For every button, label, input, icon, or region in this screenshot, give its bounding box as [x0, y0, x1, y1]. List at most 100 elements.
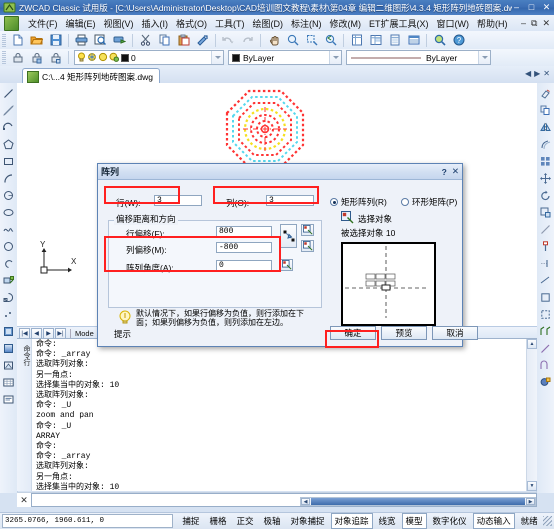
- copy-object-icon[interactable]: [537, 102, 554, 119]
- tab-prev-button[interactable]: ◀: [525, 69, 531, 78]
- undo-icon[interactable]: [220, 32, 237, 49]
- command-scroll-up-icon[interactable]: ▲: [527, 339, 537, 349]
- polyline-icon[interactable]: [0, 119, 17, 136]
- layer-lock-icon[interactable]: [98, 52, 108, 64]
- layout-first-button[interactable]: |◀: [19, 327, 30, 339]
- copy-icon[interactable]: [156, 32, 173, 49]
- move-icon[interactable]: [537, 170, 554, 187]
- status-osnap[interactable]: 对象捕捉: [286, 513, 328, 529]
- layer-previous-icon[interactable]: [28, 49, 45, 66]
- select-objects-row[interactable]: 选择对象: [341, 211, 392, 226]
- gradient-icon[interactable]: [0, 340, 17, 357]
- layer-combo[interactable]: 0: [74, 50, 224, 65]
- circle-icon[interactable]: [0, 187, 17, 204]
- rectangle-icon[interactable]: [0, 153, 17, 170]
- scale-icon[interactable]: [537, 204, 554, 221]
- color-combo[interactable]: ByLayer: [228, 50, 342, 65]
- color-combo-arrow-icon[interactable]: [329, 51, 341, 64]
- linetype-combo-arrow-icon[interactable]: [478, 51, 490, 64]
- arc-icon[interactable]: [0, 170, 17, 187]
- search-icon[interactable]: [431, 32, 448, 49]
- layer-on-icon[interactable]: [77, 52, 86, 64]
- edit-polyline-icon[interactable]: [537, 374, 554, 391]
- minimize-button[interactable]: –: [512, 3, 521, 12]
- point-icon[interactable]: [0, 306, 17, 323]
- layer-freeze-icon[interactable]: [87, 52, 97, 64]
- cols-input[interactable]: 3: [266, 195, 314, 206]
- close-button[interactable]: ✕: [542, 3, 551, 12]
- plot-icon[interactable]: [111, 32, 128, 49]
- polygon-icon[interactable]: [0, 136, 17, 153]
- save-icon[interactable]: [47, 32, 64, 49]
- rect-array-radio[interactable]: [330, 198, 338, 206]
- revision-cloud-icon[interactable]: [0, 255, 17, 272]
- donut-icon[interactable]: [0, 238, 17, 255]
- polar-array-radio[interactable]: [401, 198, 409, 206]
- layout-next-button[interactable]: ▶: [43, 327, 54, 339]
- table-draw-icon[interactable]: [0, 374, 17, 391]
- pan-icon[interactable]: [265, 32, 282, 49]
- layer-manager-icon[interactable]: [9, 49, 26, 66]
- command-scrollbar[interactable]: ▲ ▼: [526, 339, 537, 491]
- coordinate-readout[interactable]: 3265.0766, 1960.611, 0: [2, 514, 174, 528]
- cancel-button[interactable]: 取消: [432, 326, 478, 340]
- menu-file[interactable]: 文件(F): [24, 16, 62, 31]
- extend-icon[interactable]: [537, 255, 554, 272]
- array-dialog[interactable]: 阵列 ? ✕ 行(W): 3 列(O): 3 偏移距离和方向 行偏移(F): 8…: [97, 163, 478, 347]
- command-horizontal-scrollbar[interactable]: ◀ ▶: [300, 497, 536, 506]
- col-offset-input[interactable]: -800: [216, 242, 272, 253]
- pick-row-offset-button[interactable]: [301, 224, 314, 236]
- rows-input[interactable]: 3: [154, 195, 202, 206]
- command-scroll-down-icon[interactable]: ▼: [527, 481, 537, 491]
- tab-next-button[interactable]: ▶: [534, 69, 540, 78]
- menu-app-icon[interactable]: [4, 15, 19, 31]
- pick-col-offset-button[interactable]: [301, 240, 314, 252]
- explode-icon[interactable]: [537, 357, 554, 374]
- ok-button[interactable]: 确定: [330, 326, 376, 340]
- row-offset-input[interactable]: 800: [216, 226, 272, 237]
- layer-state-icon[interactable]: [47, 49, 64, 66]
- menu-format[interactable]: 格式(O): [172, 16, 211, 31]
- layer-plot-icon[interactable]: [109, 52, 120, 64]
- tab-close-button[interactable]: ✕: [543, 69, 550, 78]
- zoom-realtime-icon[interactable]: [284, 32, 301, 49]
- fillet-icon[interactable]: [537, 340, 554, 357]
- make-block-icon[interactable]: [0, 289, 17, 306]
- stretch-icon[interactable]: [537, 221, 554, 238]
- zoom-previous-icon[interactable]: [322, 32, 339, 49]
- hscroll-thumb[interactable]: [311, 498, 525, 505]
- zoom-window-icon[interactable]: [303, 32, 320, 49]
- pick-angle-button[interactable]: [280, 259, 293, 271]
- region-icon[interactable]: [0, 357, 17, 374]
- print-preview-icon[interactable]: [92, 32, 109, 49]
- layout-prev-button[interactable]: ◀: [31, 327, 42, 339]
- array-angle-input[interactable]: 0: [216, 260, 272, 271]
- rect-array-radio-row[interactable]: 矩形阵列(R): [330, 196, 387, 208]
- hscroll-right-icon[interactable]: ▶: [526, 498, 535, 505]
- status-otrack[interactable]: 对象追踪: [330, 513, 373, 529]
- menu-view[interactable]: 视图(V): [100, 16, 138, 31]
- preview-button[interactable]: 预览: [381, 326, 427, 340]
- menu-window[interactable]: 窗口(W): [433, 16, 474, 31]
- array-icon[interactable]: [537, 153, 554, 170]
- break-icon[interactable]: [537, 289, 554, 306]
- layer-combo-arrow-icon[interactable]: [211, 51, 223, 64]
- menu-et-express[interactable]: ET扩展工具(X): [365, 16, 433, 31]
- hscroll-left-icon[interactable]: ◀: [301, 498, 310, 505]
- design-center-icon[interactable]: [367, 32, 384, 49]
- status-ready[interactable]: 就绪: [517, 513, 542, 529]
- hatch-icon[interactable]: [0, 323, 17, 340]
- menu-modify[interactable]: 修改(M): [326, 16, 366, 31]
- menu-help[interactable]: 帮助(H): [473, 16, 512, 31]
- tool-palette-icon[interactable]: [386, 32, 403, 49]
- menu-tools[interactable]: 工具(T): [211, 16, 249, 31]
- status-tablet[interactable]: 数字化仪: [429, 513, 471, 529]
- menu-insert[interactable]: 插入(I): [138, 16, 173, 31]
- status-ortho[interactable]: 正交: [232, 513, 257, 529]
- layout-tab-model[interactable]: Mode: [70, 328, 98, 338]
- table-icon[interactable]: [405, 32, 422, 49]
- doc-close-button[interactable]: ✕: [542, 18, 550, 29]
- multiline-text-icon[interactable]: [0, 391, 17, 408]
- help-icon[interactable]: ?: [450, 32, 467, 49]
- line-icon[interactable]: [0, 85, 17, 102]
